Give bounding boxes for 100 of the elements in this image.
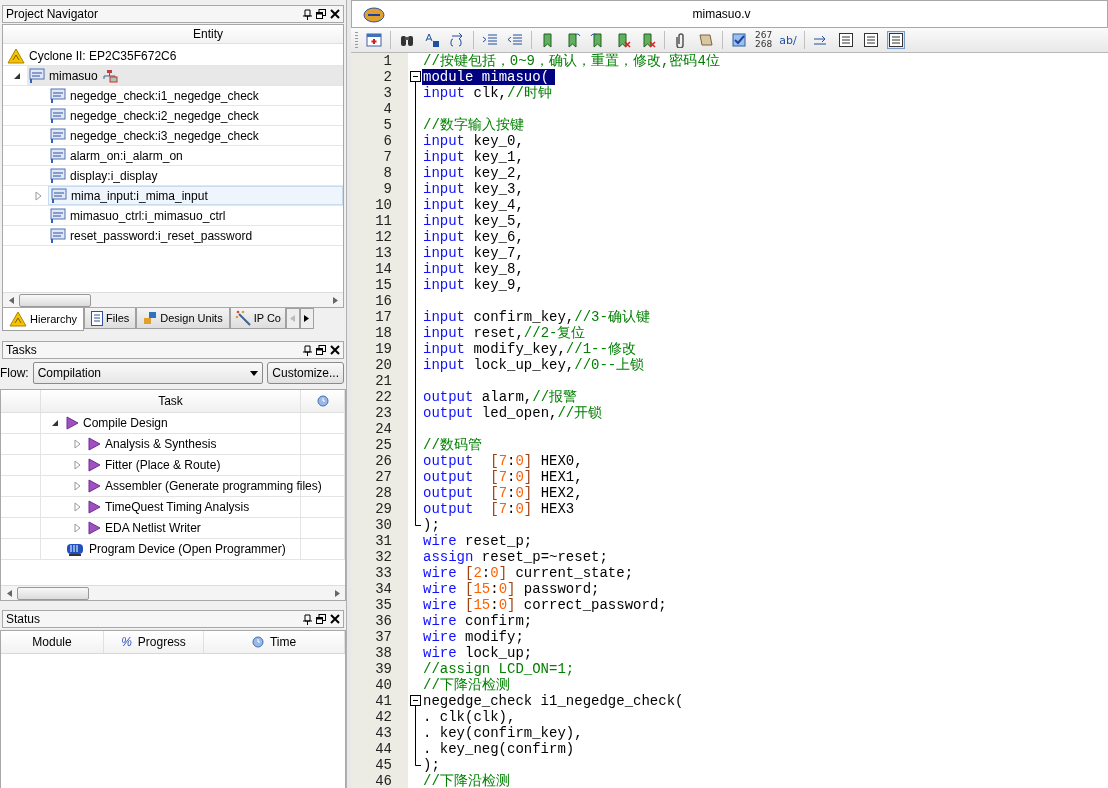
code-line: output [7:0] HEX2,: [422, 485, 583, 501]
code-line: input lock_up_key,//0--上锁: [422, 357, 645, 373]
bracket-icon: [449, 32, 465, 48]
line-number: 32: [351, 549, 408, 565]
entity-name[interactable]: display:i_display: [70, 168, 158, 183]
code-line: assign reset_p=~reset;: [422, 549, 608, 565]
column-header[interactable]: Module: [32, 635, 72, 649]
pin-icon: [303, 8, 312, 20]
flow-label: Flow:: [0, 366, 29, 380]
line-number: 22: [351, 389, 408, 405]
task-name[interactable]: EDA Netlist Writer: [105, 521, 201, 535]
list-icon: [887, 32, 904, 48]
device-name[interactable]: Cyclone II: EP2C35F672C6: [29, 48, 177, 63]
panel-title: Tasks: [6, 343, 38, 357]
entity-name[interactable]: negedge_check:i2_negedge_check: [70, 108, 259, 123]
code-line: input clk,//时钟: [422, 85, 552, 101]
code-line: input key_9,: [422, 277, 524, 293]
flow-dropdown[interactable]: Compilation: [32, 362, 264, 384]
customize-button[interactable]: Customize...: [267, 362, 344, 384]
task-name[interactable]: Assembler (Generate programming files): [105, 479, 322, 493]
entity-name[interactable]: mimasuo: [49, 68, 98, 83]
blocks-icon: [143, 311, 158, 325]
code-line: negedge_check i1_negedge_check(: [422, 693, 684, 709]
line-number: 3: [351, 85, 408, 101]
code-line: input modify_key,//1--修改: [422, 341, 636, 357]
restore-icon: [316, 345, 326, 355]
scroll-right-icon: [332, 296, 338, 304]
line-number: 37: [351, 629, 408, 645]
line-number: 4: [351, 101, 408, 117]
programmer-icon: [65, 541, 85, 557]
file-icon: [50, 167, 66, 184]
line-number: 14: [351, 261, 408, 277]
column-header[interactable]: Progress: [137, 635, 186, 649]
line-number: 21: [351, 373, 408, 389]
line-number: 31: [351, 533, 408, 549]
collapse-icon: [409, 693, 421, 709]
file-icon: [29, 67, 45, 84]
line-number: 45: [351, 757, 408, 773]
line-number: 5: [351, 117, 408, 133]
fold-end: [414, 757, 421, 766]
code-line: input key_5,: [422, 213, 524, 229]
toolbar-button[interactable]: [886, 31, 905, 49]
line-number: 46: [351, 773, 408, 788]
restore-icon: [316, 614, 326, 624]
expand-arrow-icon: [72, 523, 82, 533]
code-line: wire lock_up;: [422, 645, 533, 661]
hierarchy-icon: [101, 68, 118, 83]
code-line: //下降沿检测: [422, 677, 510, 693]
line-number: 43: [351, 725, 408, 741]
editor-title: mimasuo.v: [691, 7, 752, 21]
task-name[interactable]: Fitter (Place & Route): [105, 458, 221, 472]
close-icon: [330, 9, 340, 19]
entity-name[interactable]: negedge_check:i1_negedge_check: [70, 88, 259, 103]
tab[interactable]: Hierarchy: [2, 308, 85, 331]
code-line: wire [15:0] password;: [422, 581, 600, 597]
tab[interactable]: Files: [84, 308, 137, 329]
horizontal-scrollbar[interactable]: [1, 585, 345, 600]
code-line: . key(confirm_key),: [422, 725, 583, 741]
file-icon: [50, 227, 66, 244]
panel-title: Project Navigator: [6, 7, 100, 21]
line-number: 34: [351, 581, 408, 597]
code-line: input reset,//2-复位: [422, 325, 586, 341]
task-name[interactable]: Compile Design: [83, 416, 168, 430]
code-line: input key_3,: [422, 181, 524, 197]
task-name[interactable]: TimeQuest Timing Analysis: [105, 500, 250, 514]
outdent-icon: [507, 32, 523, 48]
entity-name[interactable]: negedge_check:i3_negedge_check: [70, 128, 259, 143]
left-arrow-icon: [290, 315, 296, 322]
line-numbers-button[interactable]: 267 268: [755, 31, 773, 49]
entity-name[interactable]: mimasuo_ctrl:i_mimasuo_ctrl: [70, 208, 226, 223]
file-icon: [50, 127, 66, 144]
horizontal-scrollbar[interactable]: [3, 292, 343, 307]
entity-name[interactable]: reset_password:i_reset_password: [70, 228, 253, 243]
code-line: //按键包括，0~9，确认，重置，修改,密码4位: [422, 53, 720, 69]
line-number: 17: [351, 309, 408, 325]
tab[interactable]: Design Units: [136, 308, 230, 329]
toolbar-button[interactable]: [365, 31, 383, 49]
entity-name[interactable]: alarm_on:i_alarm_on: [70, 148, 183, 163]
scroll-icon: [698, 32, 714, 48]
clear-bookmarks-icon: [640, 32, 656, 48]
wand-icon: [234, 310, 251, 326]
task-name[interactable]: Analysis & Synthesis: [105, 437, 217, 451]
code-line: output [7:0] HEX0,: [422, 453, 583, 469]
line-number: 25: [351, 437, 408, 453]
code-line: output led_open,//开锁: [422, 405, 603, 421]
tab[interactable]: IP Co: [229, 308, 286, 329]
code-line: //数码管: [422, 437, 482, 453]
scroll-right-icon: [334, 589, 340, 597]
spelling-button[interactable]: ab/: [779, 33, 797, 47]
code-line: input key_4,: [422, 197, 524, 213]
toolbar-button[interactable]: [861, 31, 880, 49]
pin-icon: [303, 344, 312, 356]
task-name[interactable]: Program Device (Open Programmer): [89, 542, 286, 556]
toolbar-button[interactable]: [423, 31, 441, 49]
toolbar-button[interactable]: [730, 31, 748, 49]
code-line: //下降沿检测: [422, 773, 510, 788]
column-header[interactable]: Time: [269, 635, 297, 649]
toolbar-button[interactable]: [836, 31, 855, 49]
right-arrow-icon: [304, 315, 310, 322]
line-number: 28: [351, 485, 408, 501]
